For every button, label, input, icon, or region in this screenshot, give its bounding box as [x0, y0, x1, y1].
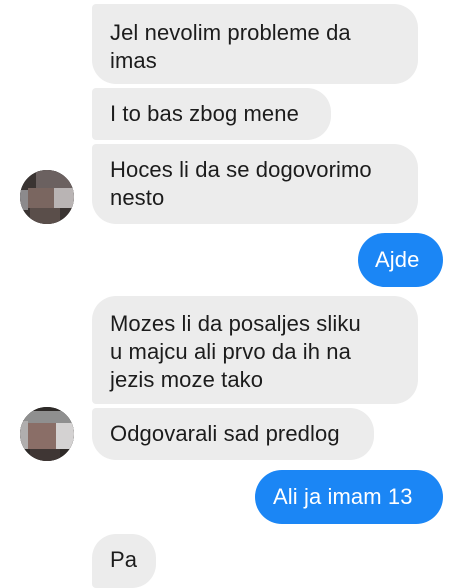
message-bubble-received[interactable]: Jel nevolim probleme da imas: [92, 4, 418, 84]
avatar-pixel: [20, 421, 28, 449]
message-bubble-sent[interactable]: Ali ja imam 13: [255, 470, 443, 524]
avatar-pixel: [56, 423, 74, 449]
message-bubble-received[interactable]: Mozes li da posaljes sliku u majcu ali p…: [92, 296, 418, 404]
message-bubble-received[interactable]: Hoces li da se dogovorimo nesto: [92, 144, 418, 224]
avatar-pixel: [28, 188, 54, 208]
avatar-pixel: [36, 170, 74, 188]
avatar-pixel: [30, 208, 60, 224]
message-bubble-received[interactable]: I to bas zbog mene: [92, 88, 331, 140]
contact-avatar[interactable]: [20, 407, 74, 461]
avatar-pixel: [54, 188, 74, 208]
avatar-pixel: [30, 449, 60, 461]
message-bubble-received[interactable]: Pa: [92, 534, 156, 588]
avatar-pixel: [28, 423, 56, 449]
avatar-pixel: [20, 190, 28, 210]
contact-avatar[interactable]: [20, 170, 74, 224]
message-bubble-sent[interactable]: Ajde: [358, 233, 443, 287]
message-bubble-received[interactable]: Odgovarali sad predlog: [92, 408, 374, 460]
